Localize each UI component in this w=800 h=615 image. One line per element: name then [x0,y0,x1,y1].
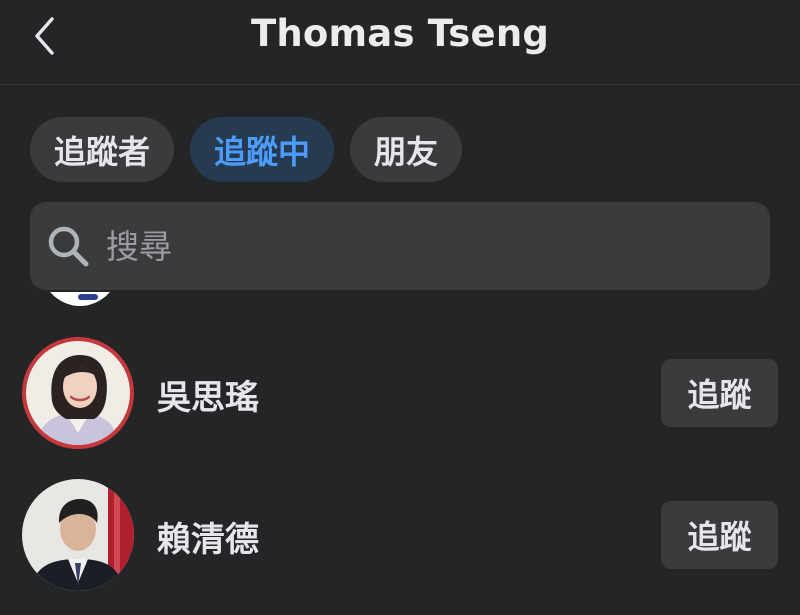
tab-friends[interactable]: 朋友 [350,117,463,182]
tab-bar: 追蹤者 追蹤中 朋友 [30,117,463,182]
person-name: 吳思瑤 [157,378,259,418]
tab-following[interactable]: 追蹤中 [190,117,335,182]
list-item[interactable]: 賴清德 追蹤 [0,479,800,599]
avatar[interactable] [22,479,134,591]
search-input[interactable] [104,225,708,267]
follow-button[interactable]: 追蹤 [661,359,778,427]
following-list: 吳思瑤 追蹤 賴清德 追蹤 [0,292,800,615]
search-bar[interactable] [30,202,770,290]
avatar[interactable] [40,292,120,306]
top-bar: Thomas Tseng [0,0,800,85]
follow-button[interactable]: 追蹤 [661,501,778,569]
list-item[interactable]: 吳思瑤 追蹤 [0,337,800,457]
person-name: 賴清德 [157,520,259,560]
search-icon [44,222,92,270]
avatar[interactable] [22,337,134,449]
page-title: Thomas Tseng [250,12,550,55]
tab-followers[interactable]: 追蹤者 [30,117,175,182]
